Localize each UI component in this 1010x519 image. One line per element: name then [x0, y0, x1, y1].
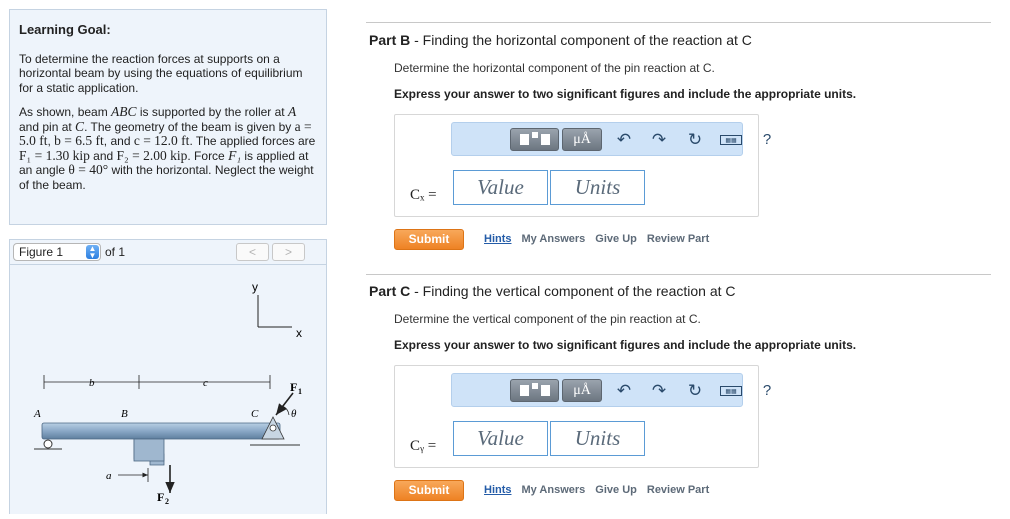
figure-select[interactable]: Figure 1 ▲ ▼	[13, 243, 101, 261]
previous-figure-button[interactable]: <	[236, 243, 269, 261]
help-icon[interactable]: ?	[756, 381, 778, 401]
y-axis-label: y	[252, 280, 258, 294]
part-c-math-toolbar: μÅ ↶ ↷ ↻ ▦▦ ?	[451, 373, 771, 407]
dim-c-label: c	[203, 377, 208, 389]
part-b-answer-box: μÅ ↶ ↷ ↻ ▦▦ ? Cₓ = Value Units	[394, 114, 771, 217]
x-axis-label: x	[296, 326, 302, 340]
keyboard-icon[interactable]: ▦▦	[720, 135, 742, 145]
part-c-units-input[interactable]: Units	[550, 421, 645, 456]
part-c-divider	[366, 274, 991, 275]
part-c-give-up-link[interactable]: Give Up	[595, 484, 637, 496]
part-b-hints-link[interactable]: Hints	[484, 233, 512, 245]
figure-select-value: Figure 1	[19, 245, 64, 259]
templates-button[interactable]	[510, 379, 559, 402]
point-a-label: A	[33, 408, 41, 420]
beam	[41, 422, 281, 440]
templates-button[interactable]	[510, 128, 559, 151]
part-b-value-input[interactable]: Value	[453, 170, 548, 205]
beam-diagram: y x b c A B C F 1 θ F 2 a	[33, 280, 302, 506]
part-b-units-input[interactable]: Units	[550, 170, 645, 205]
part-c-hints-link[interactable]: Hints	[484, 484, 512, 496]
part-c-submit-button[interactable]: Submit	[394, 480, 464, 501]
part-c-title: Part C - Finding the vertical component …	[369, 283, 736, 299]
part-c-value-input[interactable]: Value	[453, 421, 548, 456]
help-icon[interactable]: ?	[756, 130, 778, 150]
part-c-instructions: Express your answer to two significant f…	[394, 338, 857, 352]
reset-icon[interactable]: ↻	[684, 381, 706, 401]
part-b-links: Hints My Answers Give Up Review Part	[484, 233, 719, 245]
part-c-links: Hints My Answers Give Up Review Part	[484, 484, 719, 496]
learning-goal-panel: Learning Goal: To determine the reaction…	[9, 9, 327, 225]
learning-goal-heading: Learning Goal:	[19, 22, 111, 37]
figure-navigation-bar: Figure 1 ▲ ▼ of 1 < >	[9, 239, 327, 265]
select-arrows-icon: ▲ ▼	[86, 245, 99, 260]
redo-icon[interactable]: ↷	[648, 130, 670, 150]
part-b-description: Determine the horizontal component of th…	[394, 61, 715, 75]
roller-a	[43, 439, 53, 449]
point-c-label: C	[251, 408, 259, 420]
undo-icon[interactable]: ↶	[613, 130, 635, 150]
next-figure-button[interactable]: >	[272, 243, 305, 261]
part-b-title: Part B - Finding the horizontal componen…	[369, 32, 752, 48]
dim-a-label: a	[106, 470, 112, 482]
redo-icon[interactable]: ↷	[648, 381, 670, 401]
part-c-my-answers-link[interactable]: My Answers	[522, 484, 586, 496]
part-b-give-up-link[interactable]: Give Up	[595, 233, 637, 245]
part-b-instructions: Express your answer to two significant f…	[394, 87, 857, 101]
part-c-answer-box: μÅ ↶ ↷ ↻ ▦▦ ? Cᵧ = Value Units	[394, 365, 771, 468]
reset-icon[interactable]: ↻	[684, 130, 706, 150]
part-b-divider	[366, 22, 991, 23]
problem-statement: As shown, beam ABC is supported by the r…	[19, 104, 316, 192]
figure-count: of 1	[105, 245, 126, 259]
template-icon	[520, 134, 529, 145]
part-b-my-answers-link[interactable]: My Answers	[522, 233, 586, 245]
svg-text:1: 1	[298, 387, 302, 396]
part-c-description: Determine the vertical component of the …	[394, 312, 701, 326]
symbols-button[interactable]: μÅ	[562, 128, 602, 151]
part-b-review-part-link[interactable]: Review Part	[647, 233, 709, 245]
keyboard-icon[interactable]: ▦▦	[720, 386, 742, 396]
bracket-b	[133, 438, 165, 462]
part-c-review-part-link[interactable]: Review Part	[647, 484, 709, 496]
force-f2-label: F	[157, 490, 164, 504]
part-b-variable-label: Cₓ =	[410, 187, 437, 203]
template-icon	[520, 385, 529, 396]
undo-icon[interactable]: ↶	[613, 381, 635, 401]
force-f1-label: F	[290, 380, 297, 394]
part-b-math-toolbar: μÅ ↶ ↷ ↻ ▦▦ ?	[451, 122, 771, 156]
part-b-submit-button[interactable]: Submit	[394, 229, 464, 250]
theta-label: θ	[291, 408, 297, 420]
dim-b-label: b	[89, 377, 95, 389]
figure-panel: y x b c A B C F 1 θ F 2 a	[9, 265, 327, 514]
learning-goal-objective: To determine the reaction forces at supp…	[19, 51, 303, 95]
point-b-label: B	[121, 408, 128, 420]
svg-text:2: 2	[165, 497, 169, 506]
part-c-variable-label: Cᵧ =	[410, 438, 437, 454]
symbols-button[interactable]: μÅ	[562, 379, 602, 402]
